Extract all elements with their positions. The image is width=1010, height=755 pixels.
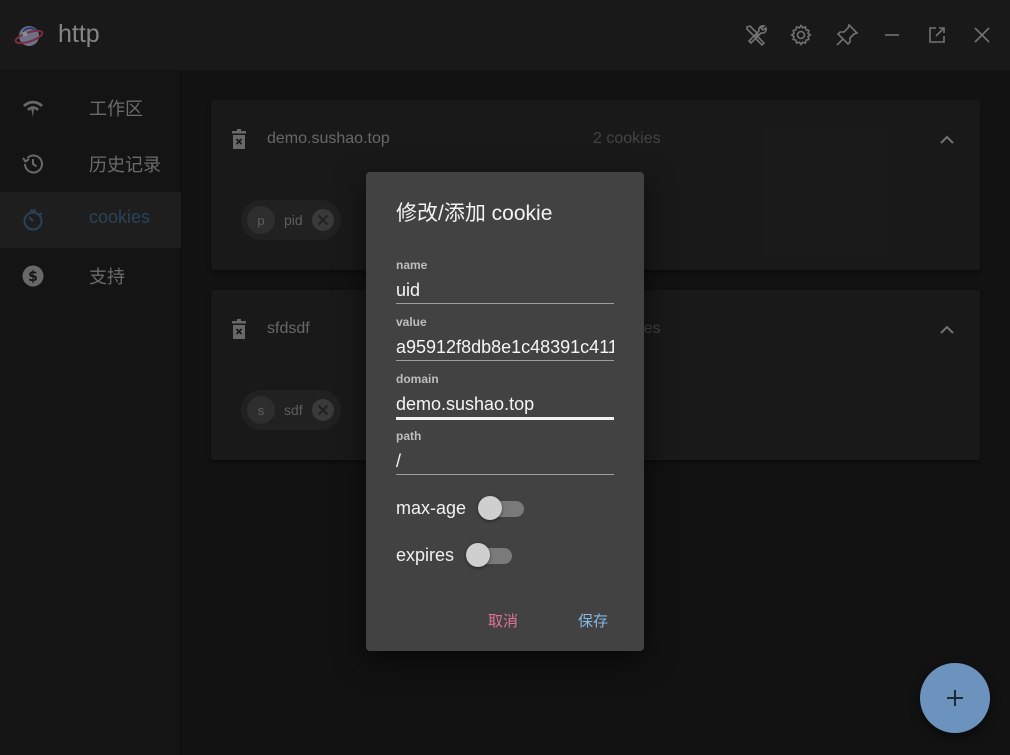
field-label: path xyxy=(396,429,422,443)
field-label: domain xyxy=(396,372,439,386)
max-age-toggle[interactable] xyxy=(478,496,525,520)
plus-icon xyxy=(947,690,963,706)
save-button[interactable]: 保存 xyxy=(578,610,608,631)
switch-thumb xyxy=(478,496,503,520)
dialog-title: 修改/添加 cookie xyxy=(396,202,553,225)
expires-toggle[interactable] xyxy=(466,543,513,567)
add-cookie-button[interactable] xyxy=(920,663,990,733)
expires-row: expires xyxy=(396,541,513,569)
switch-thumb xyxy=(466,543,491,567)
field-label: name xyxy=(396,258,428,272)
value-input[interactable] xyxy=(396,335,614,361)
value-field: value xyxy=(396,315,614,371)
expires-label: expires xyxy=(396,544,455,565)
max-age-row: max-age xyxy=(396,494,525,522)
name-input[interactable] xyxy=(396,278,614,304)
name-field: name xyxy=(396,258,614,314)
field-label: value xyxy=(396,315,427,329)
max-age-label: max-age xyxy=(396,497,467,518)
path-input[interactable] xyxy=(396,449,614,475)
cancel-button[interactable]: 取消 xyxy=(488,610,518,631)
domain-input[interactable] xyxy=(396,392,614,420)
domain-field: domain xyxy=(396,372,614,428)
cookie-dialog: 修改/添加 cookie name value domain path max-… xyxy=(366,172,644,651)
path-field: path xyxy=(396,429,614,485)
